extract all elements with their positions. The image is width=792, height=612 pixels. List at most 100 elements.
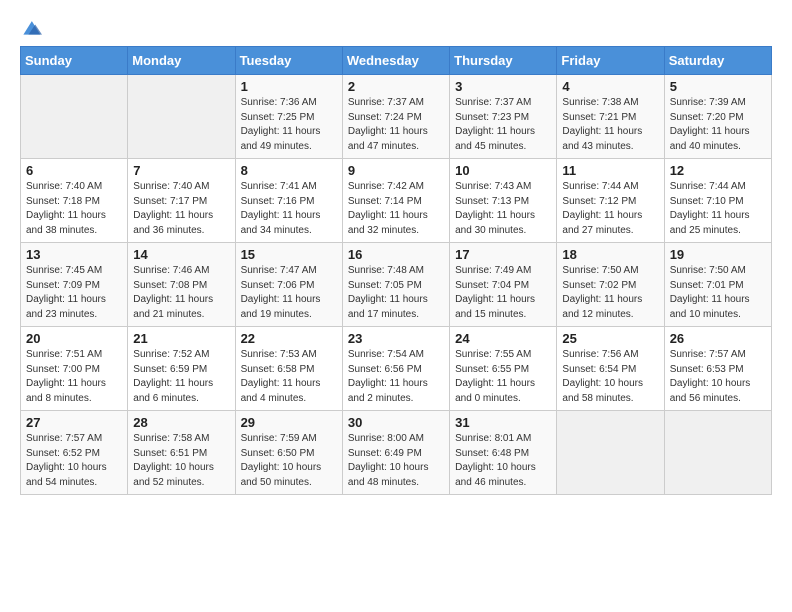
day-of-week-header: Monday	[128, 47, 235, 75]
day-number: 5	[670, 79, 766, 94]
day-number: 1	[241, 79, 337, 94]
day-number: 6	[26, 163, 122, 178]
day-info: Sunrise: 7:39 AM Sunset: 7:20 PM Dayligh…	[670, 96, 766, 154]
day-info: Sunrise: 7:54 AM Sunset: 6:56 PM Dayligh…	[348, 348, 444, 406]
calendar-cell: 13Sunrise: 7:45 AM Sunset: 7:09 PM Dayli…	[21, 243, 128, 327]
day-number: 18	[562, 247, 658, 262]
day-of-week-header: Friday	[557, 47, 664, 75]
day-number: 29	[241, 415, 337, 430]
day-number: 4	[562, 79, 658, 94]
day-number: 26	[670, 331, 766, 346]
day-info: Sunrise: 7:47 AM Sunset: 7:06 PM Dayligh…	[241, 264, 337, 322]
day-number: 31	[455, 415, 551, 430]
calendar-cell: 14 Sunrise: 7:46 AM Sunset: 7:08 PM Dayli…	[128, 243, 235, 327]
day-number: 2	[348, 79, 444, 94]
calendar-cell	[557, 411, 664, 495]
day-number: 25	[562, 331, 658, 346]
days-header-row: SundayMondayTuesdayWednesdayThursdayFrid…	[21, 47, 772, 75]
day-number: 16	[348, 247, 444, 262]
calendar-cell: 9Sunrise: 7:42 AM Sunset: 7:14 PM Daylig…	[342, 159, 449, 243]
calendar-cell: 27 Sunrise: 7:57 AM Sunset: 6:52 PM Dayli…	[21, 411, 128, 495]
day-info: Sunrise: 7:52 AM Sunset: 6:59 PM Dayligh…	[133, 348, 229, 406]
day-info: Sunrise: 7:50 AM Sunset: 7:02 PM Dayligh…	[562, 264, 658, 322]
calendar-cell: 18 Sunrise: 7:50 AM Sunset: 7:02 PM Dayli…	[557, 243, 664, 327]
day-info: Sunrise: 7:58 AM Sunset: 6:51 PM Dayligh…	[133, 432, 229, 490]
calendar-cell: 20 Sunrise: 7:51 AM Sunset: 7:00 PM Dayli…	[21, 327, 128, 411]
calendar-week-row: 20 Sunrise: 7:51 AM Sunset: 7:00 PM Dayli…	[21, 327, 772, 411]
day-info: Sunrise: 7:51 AM Sunset: 7:00 PM Dayligh…	[26, 348, 122, 406]
calendar-cell: 29 Sunrise: 7:59 AM Sunset: 6:50 PM Dayli…	[235, 411, 342, 495]
day-number: 23	[348, 331, 444, 346]
day-number: 30	[348, 415, 444, 430]
day-info: Sunrise: 7:57 AM Sunset: 6:53 PM Dayligh…	[670, 348, 766, 406]
day-info: Sunrise: 7:55 AM Sunset: 6:55 PM Dayligh…	[455, 348, 551, 406]
calendar-cell: 16 Sunrise: 7:48 AM Sunset: 7:05 PM Dayli…	[342, 243, 449, 327]
calendar-cell: 10 Sunrise: 7:43 AM Sunset: 7:13 PM Dayli…	[450, 159, 557, 243]
calendar-cell: 4 Sunrise: 7:38 AM Sunset: 7:21 PM Daylig…	[557, 75, 664, 159]
calendar-cell: 17Sunrise: 7:49 AM Sunset: 7:04 PM Dayli…	[450, 243, 557, 327]
calendar-cell	[128, 75, 235, 159]
calendar-cell: 25 Sunrise: 7:56 AM Sunset: 6:54 PM Dayli…	[557, 327, 664, 411]
calendar-table: SundayMondayTuesdayWednesdayThursdayFrid…	[20, 46, 772, 495]
day-number: 9	[348, 163, 444, 178]
calendar-cell: 8Sunrise: 7:41 AM Sunset: 7:16 PM Daylig…	[235, 159, 342, 243]
day-info: Sunrise: 7:59 AM Sunset: 6:50 PM Dayligh…	[241, 432, 337, 490]
calendar-cell: 5 Sunrise: 7:39 AM Sunset: 7:20 PM Daylig…	[664, 75, 771, 159]
calendar-cell: 24 Sunrise: 7:55 AM Sunset: 6:55 PM Dayli…	[450, 327, 557, 411]
day-of-week-header: Thursday	[450, 47, 557, 75]
day-number: 27	[26, 415, 122, 430]
day-info: Sunrise: 7:40 AM Sunset: 7:18 PM Dayligh…	[26, 180, 122, 238]
calendar-week-row: 13Sunrise: 7:45 AM Sunset: 7:09 PM Dayli…	[21, 243, 772, 327]
day-number: 14	[133, 247, 229, 262]
header	[20, 16, 772, 38]
day-number: 20	[26, 331, 122, 346]
day-info: Sunrise: 7:48 AM Sunset: 7:05 PM Dayligh…	[348, 264, 444, 322]
day-number: 12	[670, 163, 766, 178]
day-info: Sunrise: 7:44 AM Sunset: 7:10 PM Dayligh…	[670, 180, 766, 238]
calendar-cell: 3Sunrise: 7:37 AM Sunset: 7:23 PM Daylig…	[450, 75, 557, 159]
day-number: 21	[133, 331, 229, 346]
day-info: Sunrise: 7:40 AM Sunset: 7:17 PM Dayligh…	[133, 180, 229, 238]
day-number: 17	[455, 247, 551, 262]
day-number: 28	[133, 415, 229, 430]
day-number: 13	[26, 247, 122, 262]
day-info: Sunrise: 7:38 AM Sunset: 7:21 PM Dayligh…	[562, 96, 658, 154]
calendar-cell: 31 Sunrise: 8:01 AM Sunset: 6:48 PM Dayli…	[450, 411, 557, 495]
calendar-cell: 19Sunrise: 7:50 AM Sunset: 7:01 PM Dayli…	[664, 243, 771, 327]
day-info: Sunrise: 8:01 AM Sunset: 6:48 PM Dayligh…	[455, 432, 551, 490]
calendar-cell: 21 Sunrise: 7:52 AM Sunset: 6:59 PM Dayli…	[128, 327, 235, 411]
calendar-cell: 6 Sunrise: 7:40 AM Sunset: 7:18 PM Daylig…	[21, 159, 128, 243]
calendar-cell: 28 Sunrise: 7:58 AM Sunset: 6:51 PM Dayli…	[128, 411, 235, 495]
calendar-cell: 11Sunrise: 7:44 AM Sunset: 7:12 PM Dayli…	[557, 159, 664, 243]
logo-icon	[20, 16, 42, 38]
calendar-cell: 2 Sunrise: 7:37 AM Sunset: 7:24 PM Daylig…	[342, 75, 449, 159]
day-info: Sunrise: 7:37 AM Sunset: 7:24 PM Dayligh…	[348, 96, 444, 154]
day-info: Sunrise: 7:43 AM Sunset: 7:13 PM Dayligh…	[455, 180, 551, 238]
day-info: Sunrise: 7:57 AM Sunset: 6:52 PM Dayligh…	[26, 432, 122, 490]
day-number: 22	[241, 331, 337, 346]
calendar-cell: 7 Sunrise: 7:40 AM Sunset: 7:17 PM Daylig…	[128, 159, 235, 243]
day-info: Sunrise: 7:36 AM Sunset: 7:25 PM Dayligh…	[241, 96, 337, 154]
day-number: 15	[241, 247, 337, 262]
day-info: Sunrise: 7:46 AM Sunset: 7:08 PM Dayligh…	[133, 264, 229, 322]
calendar-cell: 15 Sunrise: 7:47 AM Sunset: 7:06 PM Dayli…	[235, 243, 342, 327]
calendar-week-row: 27 Sunrise: 7:57 AM Sunset: 6:52 PM Dayli…	[21, 411, 772, 495]
calendar-cell: 22 Sunrise: 7:53 AM Sunset: 6:58 PM Dayli…	[235, 327, 342, 411]
calendar-week-row: 6 Sunrise: 7:40 AM Sunset: 7:18 PM Daylig…	[21, 159, 772, 243]
day-of-week-header: Sunday	[21, 47, 128, 75]
day-info: Sunrise: 7:50 AM Sunset: 7:01 PM Dayligh…	[670, 264, 766, 322]
calendar-cell	[664, 411, 771, 495]
day-number: 10	[455, 163, 551, 178]
day-of-week-header: Tuesday	[235, 47, 342, 75]
calendar-cell: 12 Sunrise: 7:44 AM Sunset: 7:10 PM Dayli…	[664, 159, 771, 243]
day-number: 24	[455, 331, 551, 346]
day-of-week-header: Saturday	[664, 47, 771, 75]
day-info: Sunrise: 7:53 AM Sunset: 6:58 PM Dayligh…	[241, 348, 337, 406]
calendar-cell: 1 Sunrise: 7:36 AM Sunset: 7:25 PM Daylig…	[235, 75, 342, 159]
calendar-week-row: 1 Sunrise: 7:36 AM Sunset: 7:25 PM Daylig…	[21, 75, 772, 159]
day-info: Sunrise: 7:56 AM Sunset: 6:54 PM Dayligh…	[562, 348, 658, 406]
day-info: Sunrise: 8:00 AM Sunset: 6:49 PM Dayligh…	[348, 432, 444, 490]
day-of-week-header: Wednesday	[342, 47, 449, 75]
day-number: 7	[133, 163, 229, 178]
day-number: 11	[562, 163, 658, 178]
